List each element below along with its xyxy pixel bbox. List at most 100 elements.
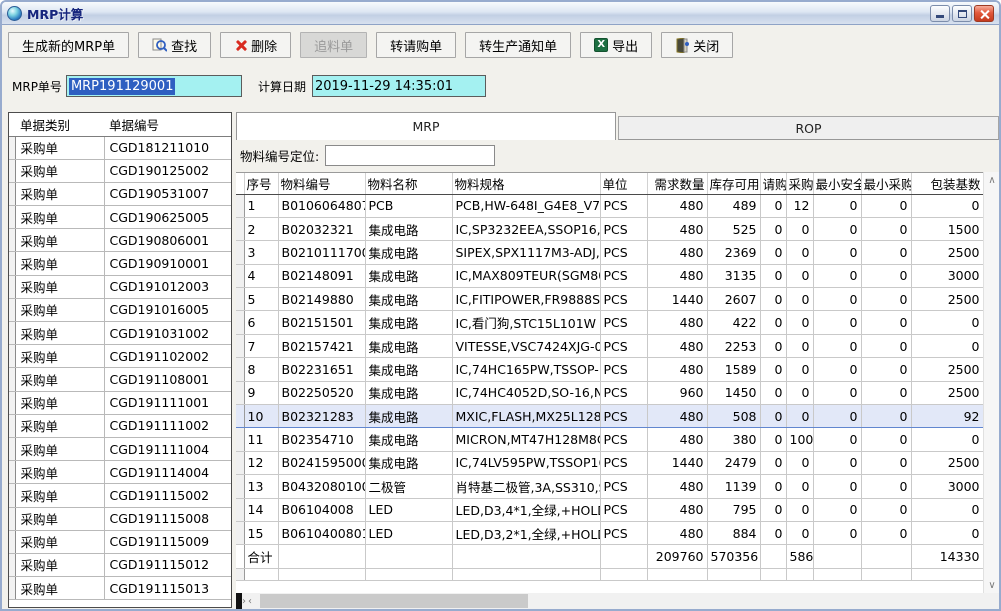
row-selector[interactable]: [236, 405, 244, 428]
document-row[interactable]: 采购单CGD191012003: [9, 275, 232, 298]
minimize-button[interactable]: [930, 5, 950, 22]
row-selector[interactable]: [236, 241, 244, 264]
document-row[interactable]: 采购单CGD190806001: [9, 229, 232, 252]
vertical-scrollbar[interactable]: ∧ ∨: [983, 172, 999, 593]
column-header[interactable]: 需求数量: [647, 173, 707, 194]
cell: 0: [813, 451, 861, 474]
row-selector[interactable]: [236, 358, 244, 381]
cell: 1: [244, 194, 278, 217]
material-row[interactable]: 13B0432080100二极管肖特基二极管,3A,SS310,SMPCS480…: [236, 475, 983, 498]
column-header[interactable]: 库存可用量: [707, 173, 760, 194]
document-row[interactable]: 采购单CGD181211010: [9, 136, 232, 159]
column-header[interactable]: 采购中: [786, 173, 813, 194]
document-row[interactable]: 采购单CGD191016005: [9, 298, 232, 321]
document-row[interactable]: 采购单CGD191115009: [9, 530, 232, 553]
row-selector[interactable]: [236, 475, 244, 498]
material-row[interactable]: 12B0241595000集成电路IC,74LV595PW,TSSOP16/7P…: [236, 451, 983, 474]
row-selector[interactable]: [236, 194, 244, 217]
calc-date-input[interactable]: 2019-11-29 14:35:01: [312, 75, 486, 97]
column-header[interactable]: 物料编号: [278, 173, 365, 194]
to-production-notice-button[interactable]: 转生产通知单: [465, 32, 571, 58]
document-row[interactable]: 采购单CGD190910001: [9, 252, 232, 275]
find-button[interactable]: 查找: [138, 32, 211, 58]
column-header[interactable]: 最小安全量: [813, 173, 861, 194]
tab-strip: MRP ROP: [236, 112, 999, 140]
document-row[interactable]: 采购单CGD191115008: [9, 507, 232, 530]
document-row[interactable]: 采购单CGD191111004: [9, 437, 232, 460]
material-row[interactable]: 4B02148091集成电路IC,MAX809TEUR(SGM809-PCS48…: [236, 264, 983, 287]
row-selector[interactable]: [236, 381, 244, 404]
title-bar[interactable]: MRP计算: [2, 2, 999, 25]
doc-no-header[interactable]: 单据编号: [104, 113, 232, 136]
cell: B02354710: [278, 428, 365, 451]
cell: 0: [760, 264, 786, 287]
row-selector[interactable]: [236, 568, 244, 580]
row-selector[interactable]: [236, 498, 244, 521]
column-header[interactable]: 序号: [244, 173, 278, 194]
horizontal-scroll-thumb[interactable]: [260, 594, 528, 608]
to-purchase-request-button[interactable]: 转请购单: [376, 32, 456, 58]
document-row[interactable]: 采购单CGD190625005: [9, 206, 232, 229]
maximize-button[interactable]: [952, 5, 972, 22]
material-row[interactable]: 8B02231651集成电路IC,74HC165PW,TSSOP-16PCS48…: [236, 358, 983, 381]
material-row[interactable]: 3B0210111700集成电路SIPEX,SPX1117M3-ADJ,80PC…: [236, 241, 983, 264]
material-row[interactable]: 7B02157421集成电路VITESSE,VSC7424XJG-02,PCS4…: [236, 334, 983, 357]
document-row[interactable]: 采购单CGD190125002: [9, 159, 232, 182]
tab-mrp[interactable]: MRP: [236, 112, 616, 140]
document-row[interactable]: 采购单CGD191108001: [9, 368, 232, 391]
document-row[interactable]: 采购单CGD191111001: [9, 391, 232, 414]
row-selector[interactable]: [236, 311, 244, 334]
new-mrp-button[interactable]: 生成新的MRP单: [8, 32, 129, 58]
material-row[interactable]: 15B0610400801LEDLED,D3,2*1,全绿,+HOLD,DPCS…: [236, 521, 983, 544]
material-row[interactable]: 11B02354710集成电路MICRON,MT47H128M8CF-PCS48…: [236, 428, 983, 451]
cell: B0106064807: [278, 194, 365, 217]
column-header[interactable]: 包装基数: [911, 173, 983, 194]
document-row[interactable]: 采购单CGD191115012: [9, 553, 232, 576]
row-selector[interactable]: [236, 428, 244, 451]
documents-panel: 单据类别 单据编号 采购单CGD181211010采购单CGD190125002…: [8, 112, 232, 608]
column-header[interactable]: 最小采购量: [861, 173, 911, 194]
row-selector[interactable]: [236, 264, 244, 287]
close-window-button[interactable]: [974, 5, 994, 22]
material-row[interactable]: 5B02149880集成电路IC,FITIPOWER,FR9888SPCPCS1…: [236, 288, 983, 311]
material-row[interactable]: 2B02032321集成电路IC,SP3232EEA,SSOP16,3.0PCS…: [236, 217, 983, 240]
close-button[interactable]: 关闭: [661, 32, 733, 58]
row-selector[interactable]: [236, 451, 244, 474]
document-row[interactable]: 采购单CGD191114004: [9, 461, 232, 484]
column-header[interactable]: 物料名称: [365, 173, 452, 194]
scroll-right-icon[interactable]: ›: [236, 593, 252, 609]
scroll-up-icon[interactable]: ∧: [984, 172, 1000, 188]
document-row[interactable]: 采购单CGD191111002: [9, 414, 232, 437]
row-selector[interactable]: [236, 521, 244, 544]
material-locate-input[interactable]: [325, 145, 495, 166]
row-selector[interactable]: [236, 545, 244, 568]
row-selector[interactable]: [236, 217, 244, 240]
document-row[interactable]: 采购单CGD191115002: [9, 484, 232, 507]
doc-type-header[interactable]: 单据类别: [15, 113, 104, 136]
blank-row[interactable]: [236, 568, 983, 580]
scroll-down-icon[interactable]: ∨: [984, 577, 1000, 593]
cell: [786, 568, 813, 580]
cell: CGD190910001: [104, 252, 232, 275]
column-header[interactable]: 请购中: [760, 173, 786, 194]
material-row[interactable]: 10B02321283集成电路MXIC,FLASH,MX25L12835FPCS…: [236, 405, 983, 428]
row-selector[interactable]: [236, 334, 244, 357]
export-button[interactable]: 导出: [580, 32, 652, 58]
material-row[interactable]: 6B02151501集成电路IC,看门狗,STC15L101WPCS480422…: [236, 311, 983, 334]
material-row[interactable]: 1B0106064807PCBPCB,HW-648I_G4E8_V7_2PCS4…: [236, 194, 983, 217]
document-row[interactable]: 采购单CGD191031002: [9, 322, 232, 345]
document-row[interactable]: 采购单CGD191115013: [9, 577, 232, 600]
material-row[interactable]: 14B06104008LEDLED,D3,4*1,全绿,+HOLD,DPCS48…: [236, 498, 983, 521]
document-row[interactable]: 采购单CGD191102002: [9, 345, 232, 368]
material-row[interactable]: 9B02250520集成电路IC,74HC4052D,SO-16,NXPPCS9…: [236, 381, 983, 404]
document-row[interactable]: 采购单CGD190531007: [9, 182, 232, 205]
total-row[interactable]: 合计209760570356586914330: [236, 545, 983, 568]
mrp-no-input[interactable]: MRP191129001: [66, 75, 242, 97]
delete-button[interactable]: 删除: [220, 32, 291, 58]
column-header[interactable]: 单位: [600, 173, 647, 194]
horizontal-scrollbar[interactable]: ‹ ›: [236, 593, 983, 609]
grid-selector-header: [236, 173, 244, 194]
row-selector[interactable]: [236, 288, 244, 311]
column-header[interactable]: 物料规格: [452, 173, 600, 194]
tab-rop[interactable]: ROP: [618, 116, 999, 140]
